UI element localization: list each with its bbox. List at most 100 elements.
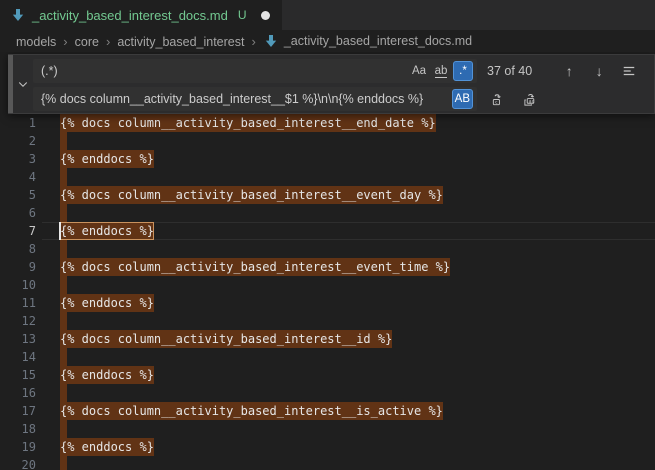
find-match: {% docs column__activity_based_interest_… [60,186,443,204]
code-line[interactable]: {% docs column__activity_based_interest_… [60,330,655,348]
line-number: 2 [0,132,36,150]
line-number: 9 [0,258,36,276]
breadcrumb: models › core › activity_based_interest › _ac… [0,30,655,52]
text-cursor [59,222,61,240]
markdown-file-icon [10,7,26,23]
code-line[interactable] [60,420,655,438]
regex-toggle[interactable]: .* [453,61,473,81]
code-line[interactable]: {% enddocs %} [60,366,655,384]
code-line[interactable] [60,312,655,330]
find-match-current: {% enddocs %} [60,222,154,240]
breadcrumb-file[interactable]: _activity_based_interest_docs.md [263,33,472,49]
breadcrumb-separator-icon: › [63,34,67,49]
line-number: 18 [0,420,36,438]
code-line[interactable] [60,132,655,150]
find-match: {% docs column__activity_based_interest_… [60,114,436,132]
find-match: {% enddocs %} [60,366,154,384]
markdown-file-icon [263,33,279,49]
code-line[interactable] [60,168,655,186]
breadcrumb-items: models › core › activity_based_interest › [16,34,263,49]
line-number: 14 [0,348,36,366]
breadcrumb-separator-icon: › [251,34,255,49]
breadcrumb-item[interactable]: activity_based_interest [117,35,244,49]
find-row: (.*) Aa ab .* 37 of 40 ↑ ↓ [33,59,655,83]
code-line[interactable]: {% docs column__activity_based_interest_… [60,258,655,276]
find-match: {% enddocs %} [60,294,154,312]
toggle-replace-chevron[interactable] [13,55,33,113]
editor[interactable]: 1234567891011121314151617181920 {% docs … [0,52,655,470]
modified-indicator-dot[interactable] [261,11,270,20]
find-in-selection-icon [622,64,636,78]
code-area[interactable]: {% docs column__activity_based_interest_… [60,114,655,470]
line-number: 20 [0,456,36,470]
line-number: 6 [0,204,36,222]
line-number: 16 [0,384,36,402]
preserve-case-toggle[interactable]: AB [452,89,473,109]
code-line[interactable]: {% docs column__activity_based_interest_… [60,186,655,204]
next-match-button[interactable]: ↓ [588,60,610,82]
match-count: 37 of 40 [487,64,532,78]
replace-input-value: {% docs column__activity_based_interest_… [41,92,450,106]
code-line[interactable] [60,348,655,366]
git-status-badge: U [238,8,247,22]
find-match: {% enddocs %} [60,438,154,456]
code-line[interactable] [60,384,655,402]
replace-icon: c [491,92,506,107]
code-line[interactable]: {% enddocs %} [60,150,655,168]
whole-word-toggle[interactable]: ab [431,61,451,81]
tab-active-file[interactable]: _activity_based_interest_docs.md U [0,0,282,30]
line-number: 5 [0,186,36,204]
line-number-gutter: 1234567891011121314151617181920 [0,114,36,470]
line-number: 12 [0,312,36,330]
replace-all-button[interactable]: ac [519,88,541,110]
find-match-empty [60,420,67,438]
breadcrumb-item[interactable]: models [16,35,56,49]
find-match-empty [60,204,67,222]
replace-input[interactable]: {% docs column__activity_based_interest_… [33,87,477,111]
tab-filename: _activity_based_interest_docs.md [32,8,228,23]
breadcrumb-item[interactable]: core [75,35,99,49]
replace-row: {% docs column__activity_based_interest_… [33,87,655,111]
line-number: 1 [0,114,36,132]
vscode-window: _activity_based_interest_docs.md U model… [0,0,655,470]
find-match-empty [60,384,67,402]
svg-text:ac: ac [528,99,534,104]
line-number: 4 [0,168,36,186]
line-number: 10 [0,276,36,294]
code-line[interactable] [60,204,655,222]
code-line[interactable] [60,456,655,470]
code-line[interactable]: {% enddocs %} [60,438,655,456]
find-match-empty [60,348,67,366]
find-match-empty [60,456,67,470]
code-line[interactable] [60,276,655,294]
tab-bar: _activity_based_interest_docs.md U [0,0,655,30]
find-match: {% docs column__activity_based_interest_… [60,330,392,348]
code-line[interactable]: {% docs column__activity_based_interest_… [60,402,655,420]
close-button[interactable]: ✕ [648,60,655,82]
previous-match-button[interactable]: ↑ [558,60,580,82]
code-line[interactable]: {% docs column__activity_based_interest_… [60,114,655,132]
line-number: 8 [0,240,36,258]
find-match: {% docs column__activity_based_interest_… [60,402,443,420]
find-match-empty [60,132,67,150]
line-number: 3 [0,150,36,168]
breadcrumb-file-label: _activity_based_interest_docs.md [284,34,472,48]
code-line[interactable]: {% enddocs %} [60,222,655,240]
code-line[interactable]: {% enddocs %} [60,294,655,312]
svg-text:c: c [494,100,497,105]
line-number: 19 [0,438,36,456]
find-match-empty [60,168,67,186]
code-line[interactable] [60,240,655,258]
line-number: 15 [0,366,36,384]
find-in-selection-button[interactable] [618,60,640,82]
find-match-empty [60,276,67,294]
line-number: 17 [0,402,36,420]
find-widget: (.*) Aa ab .* 37 of 40 ↑ ↓ [8,54,655,114]
find-match: {% enddocs %} [60,150,154,168]
replace-button[interactable]: c [487,88,509,110]
chevron-down-icon [17,78,29,90]
find-input-value: (.*) [41,64,407,78]
breadcrumb-separator-icon: › [106,34,110,49]
find-input[interactable]: (.*) Aa ab .* [33,59,477,83]
match-case-toggle[interactable]: Aa [409,61,429,81]
